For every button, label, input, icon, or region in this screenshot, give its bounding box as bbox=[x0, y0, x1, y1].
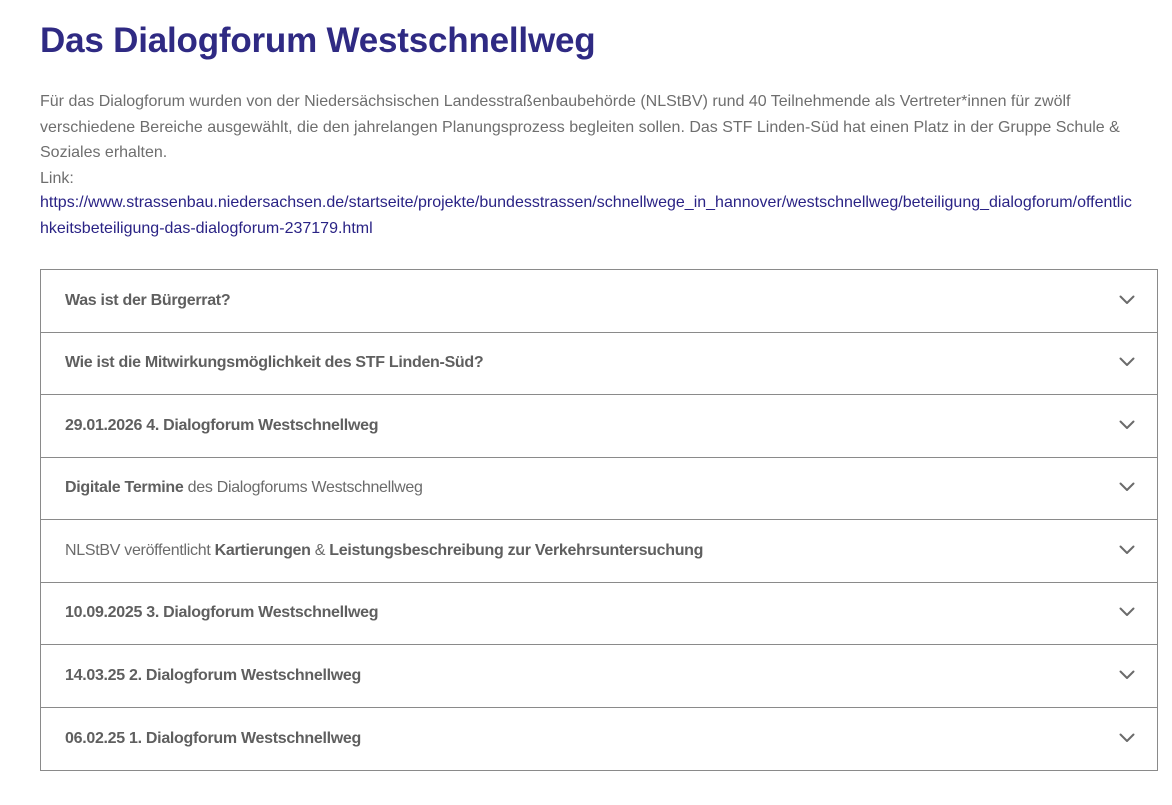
chevron-down-icon[interactable] bbox=[1119, 295, 1135, 311]
intro-text-block: Für das Dialogforum wurden von der Niede… bbox=[40, 89, 1140, 192]
label-bold-part: 06.02.25 1. Dialogforum Westschnellweg bbox=[65, 729, 361, 747]
label-bold-part: Digitale Termine bbox=[65, 479, 184, 497]
accordion-item[interactable]: Was ist der Bürgerrat? bbox=[41, 270, 1157, 333]
chevron-down-icon[interactable] bbox=[1119, 420, 1135, 436]
chevron-down-icon[interactable] bbox=[1119, 545, 1135, 561]
link-label: Link: bbox=[40, 170, 74, 188]
chevron-down-icon[interactable] bbox=[1119, 607, 1135, 623]
page-title: Das Dialogforum Westschnellweg bbox=[40, 21, 596, 60]
accordion-item[interactable]: 29.01.2026 4. Dialogforum Westschnellweg bbox=[41, 395, 1157, 458]
label-normal-part: NLStBV veröffentlicht bbox=[65, 541, 215, 559]
accordion-item-label: NLStBV veröffentlicht Kartierungen & Lei… bbox=[65, 520, 703, 582]
accordion-item-label: 14.03.25 2. Dialogforum Westschnellweg bbox=[65, 645, 361, 707]
accordion-item[interactable]: Digitale Termine des Dialogforums Westsc… bbox=[41, 458, 1157, 520]
accordion-item-label: 06.02.25 1. Dialogforum Westschnellweg bbox=[65, 708, 361, 771]
label-bold-part: 29.01.2026 4. Dialogforum Westschnellweg bbox=[65, 416, 379, 434]
accordion-item-label: Wie ist die Mitwirkungsmöglichkeit des S… bbox=[65, 333, 484, 395]
accordion-item[interactable]: NLStBV veröffentlicht Kartierungen & Lei… bbox=[41, 520, 1157, 583]
label-bold-part: Leistungsbeschreibung zur Verkehrsunters… bbox=[329, 541, 704, 559]
intro-paragraph: Für das Dialogforum wurden von der Niede… bbox=[40, 93, 1120, 162]
label-bold-part: 10.09.2025 3. Dialogforum Westschnellweg bbox=[65, 604, 379, 622]
dialogforum-link[interactable]: https://www.strassenbau.niedersachsen.de… bbox=[40, 190, 1132, 241]
accordion-item[interactable]: 10.09.2025 3. Dialogforum Westschnellweg bbox=[41, 583, 1157, 645]
chevron-down-icon[interactable] bbox=[1119, 482, 1135, 498]
label-bold-part: 14.03.25 2. Dialogforum Westschnellweg bbox=[65, 666, 361, 684]
chevron-down-icon[interactable] bbox=[1119, 733, 1135, 749]
accordion-item-label: Digitale Termine des Dialogforums Westsc… bbox=[65, 458, 423, 520]
accordion-item[interactable]: 06.02.25 1. Dialogforum Westschnellweg bbox=[41, 708, 1157, 771]
accordion: Was ist der Bürgerrat? Wie ist die Mitwir… bbox=[40, 269, 1158, 771]
label-bold-part: Kartierungen bbox=[214, 541, 311, 559]
label-bold-part: Wie ist die Mitwirkungsmöglichkeit des S… bbox=[65, 354, 484, 372]
accordion-item[interactable]: Wie ist die Mitwirkungsmöglichkeit des S… bbox=[41, 333, 1157, 395]
chevron-down-icon[interactable] bbox=[1119, 670, 1135, 686]
accordion-item-label: 10.09.2025 3. Dialogforum Westschnellweg bbox=[65, 583, 378, 645]
chevron-down-icon[interactable] bbox=[1119, 357, 1135, 373]
page: Das Dialogforum Westschnellweg Für das D… bbox=[0, 0, 1172, 805]
accordion-item-label: 29.01.2026 4. Dialogforum Westschnellweg bbox=[65, 395, 378, 457]
accordion-item-label: Was ist der Bürgerrat? bbox=[65, 270, 231, 332]
label-normal-part: & bbox=[310, 541, 330, 559]
label-bold-part: Was ist der Bürgerrat? bbox=[65, 291, 231, 309]
accordion-item[interactable]: 14.03.25 2. Dialogforum Westschnellweg bbox=[41, 645, 1157, 708]
label-normal-part: des Dialogforums Westschnellweg bbox=[183, 479, 423, 497]
